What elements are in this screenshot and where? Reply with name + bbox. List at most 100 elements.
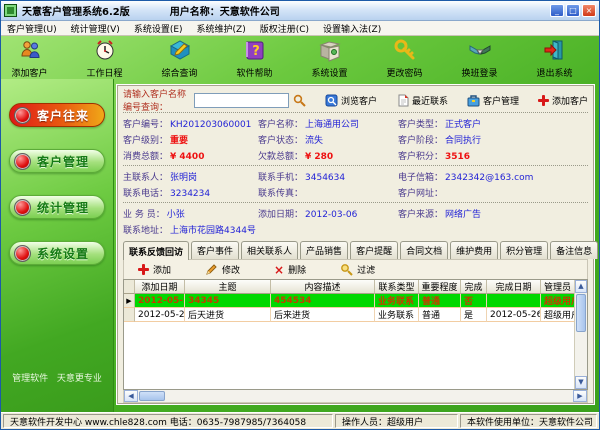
scroll-down-icon[interactable]: ▼ [575,376,587,389]
vertical-scrollbar[interactable]: ▲ ▼ [574,280,587,389]
field-customer-type: 客户类型：正式客户 [398,117,588,130]
search-icon[interactable] [293,94,306,107]
menu-statistics-management[interactable]: 统计管理(V) [71,22,120,35]
sidebar-item-statistics-management[interactable]: 统计管理 [9,195,105,219]
add-customer-icon [18,38,42,65]
vertical-scroll-thumb[interactable] [576,294,586,332]
app-window: 天意客户管理系统6.2版 用户名称：天意软件公司 _ □ × 客户管理(U) 统… [0,0,600,430]
menu-customer-management[interactable]: 客户管理(U) [7,22,57,35]
menu-system-maintenance[interactable]: 系统维护(Z) [197,22,246,35]
field-fax: 联系传真： [258,186,398,199]
toolbar-shift-login[interactable]: 换班登录 [457,38,502,79]
scroll-right-icon[interactable]: ▶ [573,390,587,402]
add-record-button[interactable]: 添加 [138,263,171,276]
close-button[interactable]: × [582,4,596,17]
tab-customer-reminders[interactable]: 客户提醒 [350,241,398,259]
table-row[interactable]: ▶ 2012-05-25 34345 454534 业务联系 普通 否 超级用户 [124,294,574,308]
customer-manage-icon [467,94,480,107]
svg-text:?: ? [252,44,260,59]
red-orb-icon [14,245,31,262]
field-customer-status: 客户状态：流失 [258,133,398,146]
customer-manage-link[interactable]: 客户管理 [467,94,519,107]
red-orb-icon [14,199,31,216]
menu-copyright-register[interactable]: 版权注册(C) [260,22,309,35]
scroll-up-icon[interactable]: ▲ [575,280,587,293]
col-importance[interactable]: 重要程度 [419,280,461,294]
field-customer-stage: 客户阶段：合同执行 [398,133,588,146]
tab-contract-documents[interactable]: 合同文档 [400,241,448,259]
col-done[interactable]: 完成 [461,280,487,294]
col-done-date[interactable]: 完成日期 [487,280,541,294]
sidebar-item-customer-contacts[interactable]: 客户往来 [9,103,105,127]
row-indicator [124,308,135,322]
col-admin[interactable]: 管理员 [541,280,574,294]
col-add-date[interactable]: 添加日期 [135,280,185,294]
search-row: 请输入客户名称编号查询： 浏览客户 最近联系 客户管理 添加客户 [123,90,588,110]
change-password-icon [393,38,417,65]
main-toolbar: 添加客户 工作日程 综合查询 ? 软件帮助 系统设置 更改密码 换班登录 退出系 [1,36,599,79]
toolbar-comprehensive-query[interactable]: 综合查询 [157,38,202,79]
records-table: 添加日期 主题 内容描述 联系类型 重要程度 完成 完成日期 管理员 ▶ 201… [123,279,588,390]
filter-search-icon [340,263,353,276]
divider [123,202,588,203]
field-main-contact: 主联系人：张明岗 [123,170,258,183]
field-total-consumption: 消费总额：¥ 4400 [123,149,258,162]
scroll-left-icon[interactable]: ◀ [124,390,138,402]
col-contact-type[interactable]: 联系类型 [375,280,419,294]
system-settings-icon [318,38,342,65]
recent-contact-link[interactable]: 最近联系 [396,94,448,107]
tab-maintenance-fees[interactable]: 维护费用 [450,241,498,259]
field-customer-points: 客户积分：3516 [398,149,588,162]
toolbar-system-settings[interactable]: 系统设置 [307,38,352,79]
tab-points-management[interactable]: 积分管理 [500,241,548,259]
tab-product-sales[interactable]: 产品销售 [300,241,348,259]
work-schedule-icon [93,38,117,65]
toolbar-add-customer[interactable]: 添加客户 [7,38,52,79]
window-user-label: 用户名称：天意软件公司 [170,3,280,18]
red-orb-icon [14,153,31,170]
exit-system-icon [543,38,567,65]
field-email: 电子信箱：2342342@163.com [398,170,588,183]
recent-contact-icon [396,94,409,107]
delete-record-button[interactable]: ×删除 [274,263,306,276]
field-salesperson: 业 务 员：小张 [123,207,258,220]
tab-customer-events[interactable]: 客户事件 [191,241,239,259]
col-description[interactable]: 内容描述 [271,280,375,294]
window-title: 天意客户管理系统6.2版 [22,3,130,18]
title-bar: 天意客户管理系统6.2版 用户名称：天意软件公司 _ □ × [1,1,599,21]
toolbar-exit-system[interactable]: 退出系统 [532,38,577,79]
comprehensive-query-icon [168,38,192,65]
status-operator: 操作人员：超级用户 [335,414,458,428]
sidebar-item-system-settings[interactable]: 系统设置 [9,241,105,265]
field-customer-level: 客户级别：重要 [123,133,258,146]
search-input[interactable] [194,93,289,108]
horizontal-scrollbar[interactable]: ◀ ▶ [123,390,588,403]
tab-contact-feedback[interactable]: 联系反馈回访 [123,241,189,260]
status-license-unit: 本软件使用单位：天意软件公司 [460,414,597,428]
maximize-button[interactable]: □ [566,4,580,17]
col-subject[interactable]: 主题 [185,280,271,294]
field-total-arrears: 欠款总额：¥ 280 [258,149,398,162]
filter-record-button[interactable]: 过滤 [340,263,375,276]
toolbar-work-schedule[interactable]: 工作日程 [82,38,127,79]
minimize-button[interactable]: _ [550,4,564,17]
table-header-row: 添加日期 主题 内容描述 联系类型 重要程度 完成 完成日期 管理员 [124,280,574,294]
table-row[interactable]: 2012-05-22 后天进货 后来进货 业务联系 普通 是 2012-05-2… [124,308,574,322]
toolbar-software-help[interactable]: ? 软件帮助 [232,38,277,79]
add-customer-link[interactable]: 添加客户 [538,94,588,107]
red-orb-icon [14,107,31,124]
pencil-icon [205,263,218,276]
tab-remarks[interactable]: 备注信息 [550,241,598,259]
sidebar-item-customer-management[interactable]: 客户管理 [9,149,105,173]
window-body: 客户往来 客户管理 统计管理 系统设置 管理软件 天意更专业 请输入客户名称编号… [1,79,599,412]
divider [123,112,588,113]
menu-input-method[interactable]: 设置输入法(Z) [323,22,381,35]
browse-customer-link[interactable]: 浏览客户 [325,94,377,107]
toolbar-change-password[interactable]: 更改密码 [382,38,427,79]
sidebar: 客户往来 客户管理 统计管理 系统设置 管理软件 天意更专业 [1,79,114,412]
menu-system-settings[interactable]: 系统设置(E) [134,22,183,35]
horizontal-scroll-thumb[interactable] [139,391,165,401]
record-actions: 添加 修改 ×删除 过滤 [123,259,588,279]
edit-record-button[interactable]: 修改 [205,263,240,276]
tab-related-contacts[interactable]: 相关联系人 [241,241,298,259]
